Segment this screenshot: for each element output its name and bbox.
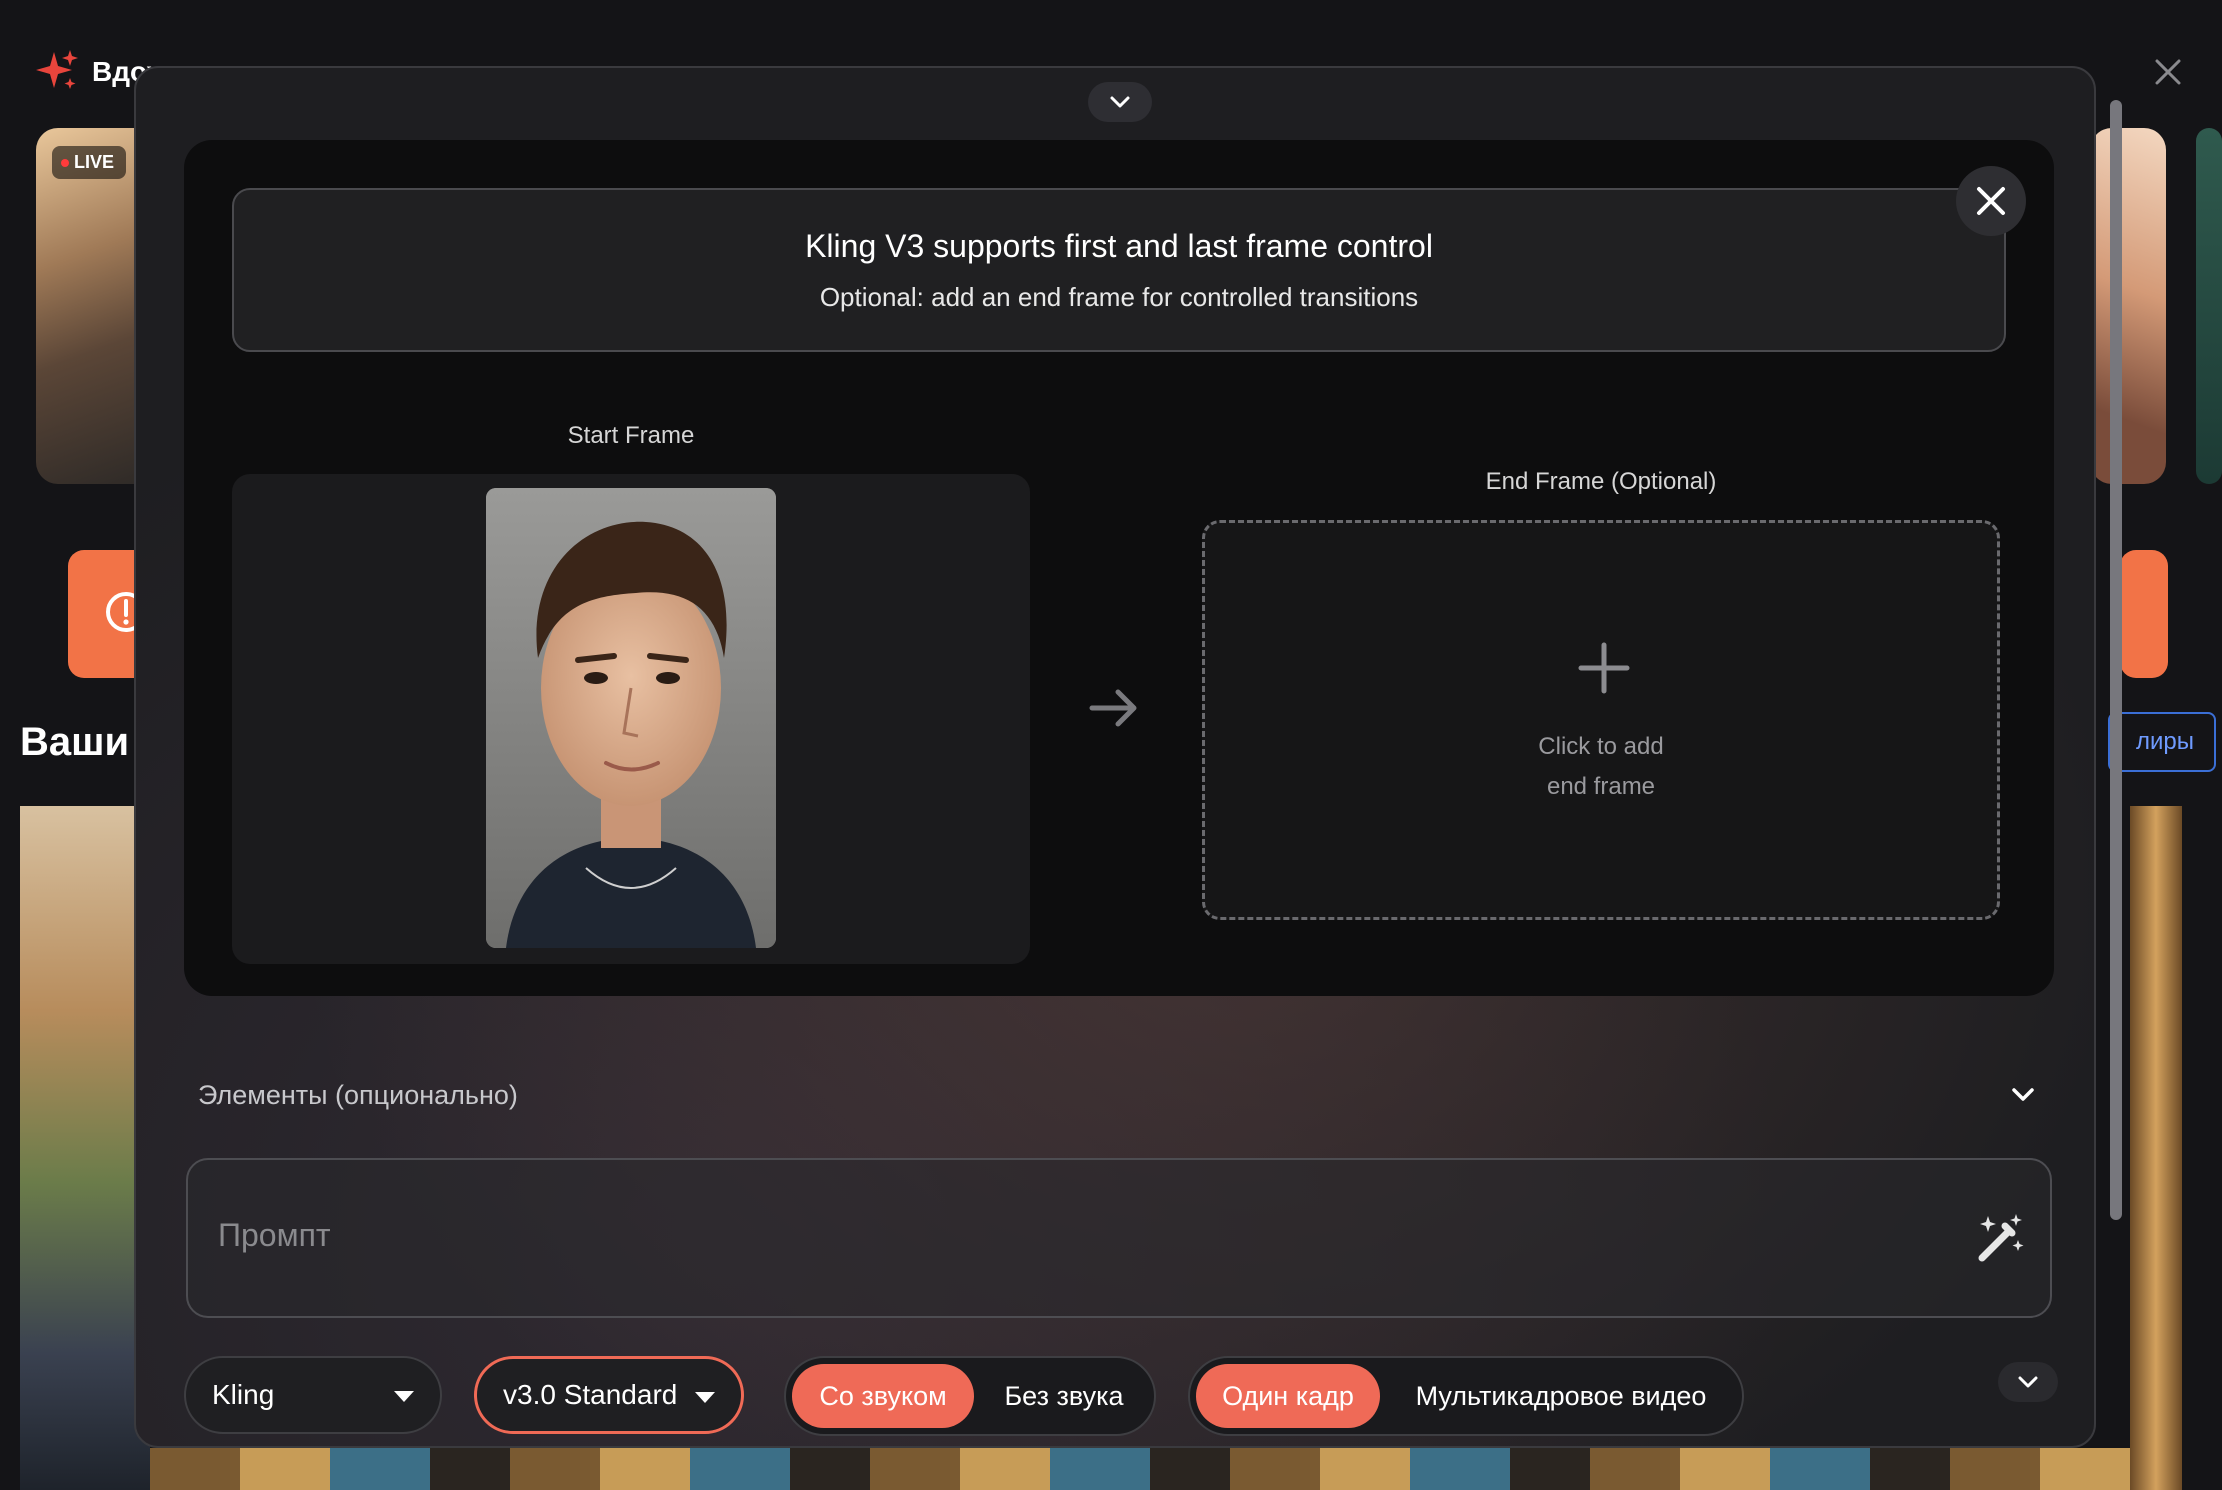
banner-subtitle: Optional: add an end frame for controlle… — [819, 282, 1419, 312]
magic-wand-icon[interactable] — [1972, 1210, 2028, 1266]
background-alert-card[interactable] — [2120, 550, 2168, 678]
background-video-tile[interactable] — [20, 806, 150, 1490]
background-link-label: лиры — [2136, 728, 2195, 755]
arrow-right-icon — [1089, 689, 1137, 727]
caret-down-icon — [394, 1391, 414, 1402]
frames-panel: Kling V3 supports first and last frame c… — [184, 140, 2054, 996]
background-video-strip[interactable] — [150, 1448, 2130, 1490]
close-icon[interactable] — [2152, 56, 2184, 88]
audio-toggle-group: Со звуком Без звука — [784, 1356, 1156, 1436]
audio-option-no-sound[interactable]: Без звука — [978, 1364, 1150, 1428]
end-frame-placeholder: Click to add end frame — [1205, 727, 1997, 807]
live-badge: LIVE — [52, 146, 127, 179]
elements-label: Элементы (опционально) — [198, 1080, 518, 1110]
info-banner: Kling V3 supports first and last frame c… — [232, 188, 2006, 352]
frame-mode-single[interactable]: Один кадр — [1196, 1364, 1380, 1428]
model-select-value: Kling — [212, 1379, 275, 1410]
start-frame-image[interactable] — [486, 488, 776, 948]
chevron-down-icon — [2012, 1088, 2034, 1101]
end-frame-placeholder-line1: Click to add — [1538, 733, 1664, 760]
portrait-image — [486, 488, 776, 948]
frame-mode-toggle-group: Один кадр Мультикадровое видео — [1188, 1356, 1744, 1436]
background-thumbnail[interactable] — [2090, 128, 2166, 484]
end-frame-label: End Frame (Optional) — [1485, 468, 1717, 495]
frame-mode-multi[interactable]: Мультикадровое видео — [1384, 1364, 1738, 1428]
generation-toolbar: Kling v3.0 Standard Со звуком Без звука … — [184, 1356, 2064, 1436]
model-select[interactable]: Kling — [184, 1356, 442, 1434]
more-options-button[interactable] — [1998, 1362, 2058, 1402]
background-thumbnail[interactable] — [2196, 128, 2222, 484]
chevron-down-icon — [1110, 96, 1130, 108]
end-frame-placeholder-line2: end frame — [1546, 773, 1656, 800]
background-section-heading: Ваши — [20, 720, 130, 764]
background-video-tile[interactable] — [2130, 806, 2182, 1490]
app-root: Вдох LIVE Ваши лиры Kling V3 supports fi… — [0, 0, 2222, 1490]
audio-option-with-sound[interactable]: Со звуком — [792, 1364, 974, 1428]
scrollbar-thumb[interactable] — [2110, 100, 2122, 1220]
caret-down-icon — [695, 1392, 715, 1403]
version-select[interactable]: v3.0 Standard — [474, 1356, 744, 1434]
generation-modal: Kling V3 supports first and last frame c… — [134, 66, 2096, 1448]
collapse-button[interactable] — [1088, 82, 1152, 122]
banner-close-button[interactable] — [1956, 166, 2026, 236]
close-icon — [1977, 187, 2005, 215]
chevron-down-icon — [2018, 1376, 2038, 1388]
elements-toggle[interactable]: Элементы (опционально) — [198, 1072, 2038, 1120]
prompt-container — [186, 1158, 2052, 1318]
banner-title: Kling V3 supports first and last frame c… — [805, 228, 1433, 264]
live-badge-label: LIVE — [74, 152, 115, 172]
live-dot-icon — [61, 159, 69, 167]
version-select-value: v3.0 Standard — [503, 1379, 678, 1410]
sparkle-icon — [36, 50, 78, 89]
background-link-button[interactable]: лиры — [2108, 712, 2216, 772]
prompt-input[interactable] — [218, 1200, 1918, 1270]
end-frame-dropzone[interactable]: Click to add end frame — [1202, 520, 2000, 920]
plus-icon — [1578, 642, 1630, 694]
start-frame[interactable] — [232, 474, 1030, 964]
start-frame-label: Start Frame — [567, 422, 695, 449]
